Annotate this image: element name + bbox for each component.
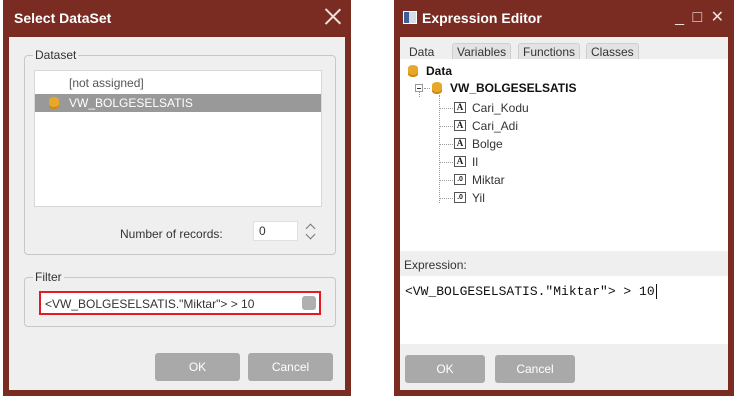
- tree-line: [439, 198, 453, 199]
- tree-line: [439, 162, 453, 163]
- filter-value: <VW_BOLGESELSATIS."Miktar"> > 10: [45, 297, 255, 311]
- tree-node-label: Cari_Kodu: [472, 101, 529, 115]
- cancel-button[interactable]: Cancel: [248, 353, 333, 381]
- tab-variables[interactable]: Variables: [452, 43, 512, 60]
- window-controls[interactable]: _ □ ✕: [675, 7, 726, 27]
- text-field-icon: A: [454, 156, 466, 167]
- filter-input[interactable]: <VW_BOLGESELSATIS."Miktar"> > 10: [39, 291, 321, 315]
- tree-line: [439, 95, 440, 203]
- filter-edit-button[interactable]: [302, 296, 316, 310]
- expression-editor-title: Expression Editor: [422, 10, 542, 26]
- tree-node-label: Cari_Adi: [472, 119, 519, 133]
- tree-node-label: Yil: [472, 191, 485, 205]
- number-of-records-label: Number of records:: [120, 227, 223, 241]
- database-icon: [49, 97, 59, 109]
- database-icon: [432, 82, 442, 94]
- filter-group-label: Filter: [33, 270, 64, 284]
- tab-classes[interactable]: Classes: [586, 43, 639, 60]
- text-field-icon: A: [454, 120, 466, 131]
- text-caret: [655, 284, 657, 300]
- ok-button[interactable]: OK: [155, 353, 240, 381]
- cancel-button[interactable]: Cancel: [495, 355, 575, 383]
- tab-functions[interactable]: Functions: [518, 43, 581, 60]
- close-icon[interactable]: [323, 6, 343, 26]
- collapse-icon[interactable]: [415, 84, 423, 92]
- tree-line: [439, 108, 453, 109]
- spin-down-icon[interactable]: [305, 229, 316, 240]
- tree-line: [439, 126, 453, 127]
- database-icon: [408, 65, 418, 77]
- select-dataset-titlebar[interactable]: Select DataSet: [3, 0, 351, 37]
- expression-input[interactable]: <VW_BOLGESELSATIS."Miktar"> > 10: [400, 276, 728, 344]
- editor-tabs: Data Variables Functions Classes: [400, 41, 728, 60]
- tab-data[interactable]: Data: [404, 43, 440, 60]
- list-item-label: VW_BOLGESELSATIS: [69, 96, 193, 110]
- dataset-list[interactable]: [not assigned] VW_BOLGESELSATIS: [34, 70, 322, 207]
- ok-button[interactable]: OK: [405, 355, 485, 383]
- dataset-group-label: Dataset: [33, 48, 79, 62]
- tree-node-label: Data: [426, 64, 453, 78]
- select-dataset-title: Select DataSet: [14, 10, 112, 26]
- text-field-icon: A: [454, 102, 466, 113]
- expression-editor-titlebar[interactable]: Expression Editor _ □ ✕: [394, 0, 734, 37]
- tree-node-label: Il: [472, 155, 478, 169]
- text-field-icon: A: [454, 138, 466, 149]
- tree-line: [439, 180, 453, 181]
- number-of-records-spinner[interactable]: [305, 222, 317, 242]
- number-field-icon: .0: [454, 174, 466, 185]
- tree-node-label: VW_BOLGESELSATIS: [450, 81, 577, 95]
- expression-value: <VW_BOLGESELSATIS."Miktar"> > 10: [405, 284, 657, 300]
- tree-node-label: Miktar: [472, 173, 505, 187]
- tree-node-label: Bolge: [472, 137, 503, 151]
- expression-label: Expression:: [404, 258, 467, 272]
- data-tree[interactable]: Data VW_BOLGESELSATIS A Cari_Kodu A Cari…: [400, 59, 728, 251]
- tree-line: [439, 144, 453, 145]
- tree-line: [424, 88, 430, 89]
- expression-text: <VW_BOLGESELSATIS."Miktar"> > 10: [405, 284, 655, 299]
- number-field-icon: .0: [454, 192, 466, 203]
- list-item-label: [not assigned]: [69, 76, 144, 90]
- list-item-vw-bolgeselsatis[interactable]: VW_BOLGESELSATIS: [35, 94, 321, 112]
- number-of-records-input[interactable]: 0: [253, 221, 298, 241]
- list-item-not-assigned[interactable]: [not assigned]: [35, 74, 321, 92]
- app-icon: [403, 11, 417, 24]
